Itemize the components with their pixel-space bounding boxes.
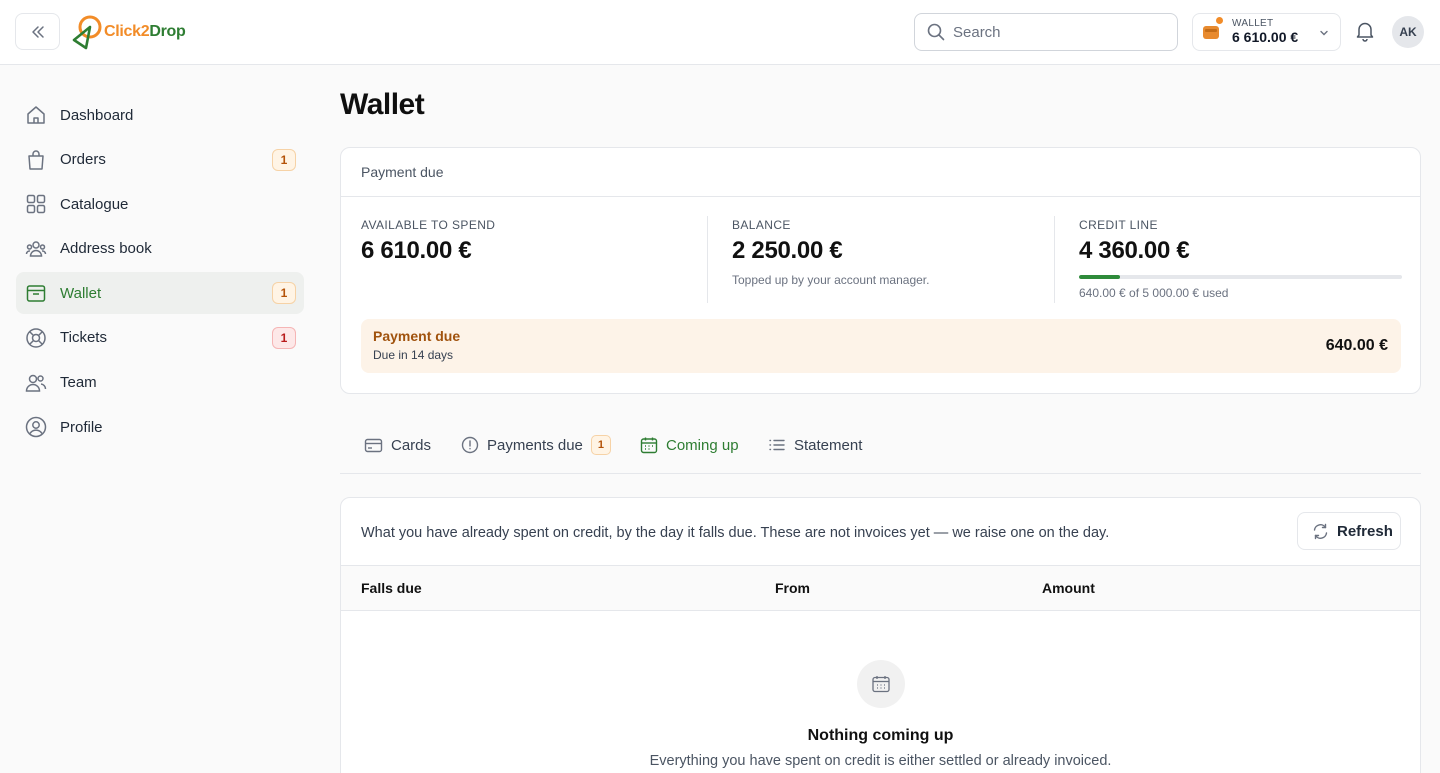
team-icon [25, 374, 47, 392]
card-icon [364, 438, 383, 452]
coming-up-description: What you have already spent on credit, b… [361, 525, 1110, 541]
tab-label: Payments due [487, 436, 583, 454]
tab-label: Cards [391, 436, 432, 454]
sidebar-item-dashboard[interactable]: Dashboard [16, 94, 304, 136]
sidebar-item-team[interactable]: Team [16, 362, 304, 404]
users-group-icon [25, 241, 47, 257]
wallet-label: WALLET [1232, 18, 1274, 29]
available-value: 6 610.00 € [361, 237, 472, 264]
sidebar-item-label: Wallet [60, 284, 102, 302]
tab-payments-due[interactable]: Payments due 1 [461, 434, 611, 456]
balance-label: BALANCE [732, 218, 791, 232]
due-title: Payment due [373, 328, 461, 344]
credit-usage-bar [1079, 275, 1402, 279]
payments-due-badge: 1 [590, 435, 611, 455]
logo-text: Click2Drop [104, 23, 186, 41]
column-falls-due[interactable]: Falls due [361, 580, 422, 596]
list-icon [769, 439, 785, 451]
logo-text-part2: Drop [149, 23, 186, 40]
double-chevron-left-icon [31, 25, 44, 38]
bell-icon [1356, 22, 1374, 42]
sidebar-item-label: Team [60, 374, 97, 392]
refresh-label: Refresh [1337, 522, 1393, 540]
calendar-icon [872, 676, 890, 693]
logo[interactable]: Click2Drop [70, 13, 186, 51]
sidebar-item-tickets[interactable]: Tickets 1 [16, 317, 304, 359]
column-amount[interactable]: Amount [1042, 580, 1095, 596]
available-label: AVAILABLE TO SPEND [361, 218, 496, 232]
balance-value: 2 250.00 € [732, 237, 843, 264]
empty-state-icon-wrap [857, 660, 905, 708]
home-icon [27, 106, 45, 124]
wallet-balance-button[interactable]: WALLET 6 610.00 € [1192, 13, 1341, 51]
sidebar-item-label: Address book [60, 240, 152, 258]
wallet-tabs: Cards Payments due 1 Coming up Statement [340, 426, 1421, 474]
tab-statement[interactable]: Statement [768, 434, 862, 456]
credit-note: 640.00 € of 5 000.00 € used [1079, 286, 1229, 300]
wallet-chip-icon-wrap [1202, 17, 1223, 41]
chevron-down-icon [1320, 30, 1328, 36]
wallet-amount: 6 610.00 € [1232, 29, 1299, 45]
top-bar: Click2Drop WALLET 6 610.00 € AK [0, 0, 1440, 65]
wallet-summary-card: Payment due AVAILABLE TO SPEND 6 610.00 … [340, 147, 1421, 394]
tab-label: Coming up [666, 436, 739, 454]
avatar[interactable]: AK [1392, 16, 1424, 48]
page-title: Wallet [340, 88, 425, 121]
user-circle-icon [25, 416, 47, 438]
due-amount: 640.00 € [1325, 337, 1388, 354]
logo-mark-icon [72, 15, 102, 50]
search-icon [927, 23, 945, 41]
sidebar: Dashboard Orders 1 Catalogue Address boo… [16, 94, 304, 451]
coming-up-card: What you have already spent on credit, b… [340, 497, 1421, 773]
due-subtitle: Due in 14 days [373, 348, 454, 362]
alert-circle-icon [461, 436, 479, 454]
sidebar-item-orders[interactable]: Orders 1 [16, 139, 304, 181]
payment-due-banner[interactable]: Payment due Due in 14 days 640.00 € [361, 319, 1401, 373]
grid-icon [26, 194, 46, 214]
lifebuoy-icon [26, 328, 46, 348]
sidebar-item-profile[interactable]: Profile [16, 406, 304, 448]
sidebar-item-label: Catalogue [60, 195, 129, 213]
logo-text-part1: Click2 [104, 23, 150, 40]
credit-value: 4 360.00 € [1079, 237, 1190, 264]
tickets-count-badge: 1 [272, 326, 296, 349]
search-input[interactable] [953, 23, 1163, 41]
empty-state-title: Nothing coming up [807, 727, 954, 744]
notification-dot [1216, 17, 1223, 24]
search-box[interactable] [914, 13, 1178, 51]
wallet-count-badge: 1 [272, 282, 296, 305]
sidebar-item-label: Orders [60, 151, 106, 169]
tab-cards[interactable]: Cards [364, 434, 431, 456]
shopping-bag-icon [28, 149, 44, 170]
sidebar-item-label: Profile [60, 418, 103, 436]
refresh-icon [1313, 523, 1328, 539]
sidebar-item-address-book[interactable]: Address book [16, 228, 304, 270]
tab-coming-up[interactable]: Coming up [640, 434, 739, 456]
column-from[interactable]: From [775, 580, 810, 596]
stats-row: AVAILABLE TO SPEND 6 610.00 € BALANCE 2 … [341, 197, 1420, 319]
balance-stat: BALANCE 2 250.00 € Topped up by your acc… [707, 216, 1054, 303]
credit-label: CREDIT LINE [1079, 218, 1158, 232]
tab-label: Statement [794, 436, 863, 454]
sidebar-item-label: Dashboard [60, 106, 134, 124]
notifications-button[interactable] [1354, 20, 1376, 42]
sidebar-item-catalogue[interactable]: Catalogue [16, 183, 304, 225]
credit-usage-fill [1079, 275, 1121, 279]
credit-stat: CREDIT LINE 4 360.00 € 640.00 € of 5 000… [1054, 216, 1402, 303]
orders-count-badge: 1 [272, 148, 296, 171]
collapse-sidebar-button[interactable] [15, 13, 60, 50]
empty-state-subtitle: Everything you have spent on credit is e… [649, 753, 1112, 769]
wallet-icon [1203, 26, 1219, 39]
balance-note: Topped up by your account manager. [732, 273, 930, 287]
calendar-icon [640, 437, 658, 454]
sidebar-item-label: Tickets [60, 329, 107, 347]
wallet-icon [26, 285, 46, 303]
table-header: Falls due From Amount [341, 565, 1420, 611]
available-stat: AVAILABLE TO SPEND 6 610.00 € [361, 197, 707, 303]
sidebar-item-wallet[interactable]: Wallet 1 [16, 272, 304, 315]
refresh-button[interactable]: Refresh [1297, 512, 1401, 550]
summary-header: Payment due [341, 148, 1420, 197]
